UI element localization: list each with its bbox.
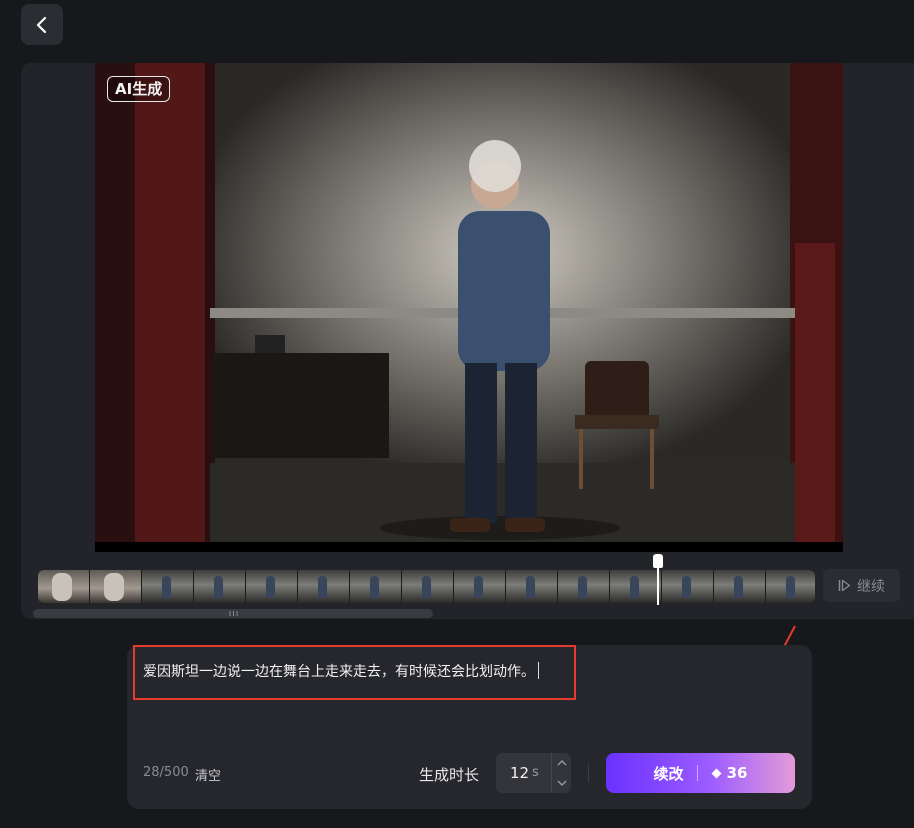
divider xyxy=(588,764,589,782)
grip-icon xyxy=(229,611,237,616)
diamond-icon xyxy=(711,768,722,778)
timeline-strip[interactable] xyxy=(38,570,815,603)
stepper-controls xyxy=(551,753,572,793)
regenerate-button[interactable]: 续改 36 xyxy=(606,753,795,793)
stage-scene-image xyxy=(95,63,843,552)
duration-value[interactable]: 12 xyxy=(510,764,529,782)
timeline-frame[interactable] xyxy=(350,570,402,603)
timeline-frame[interactable] xyxy=(714,570,766,603)
decrement-button[interactable] xyxy=(552,773,572,793)
timeline-frame[interactable] xyxy=(662,570,714,603)
timeline-frame[interactable] xyxy=(506,570,558,603)
increment-button[interactable] xyxy=(552,753,572,773)
preview-panel: AI生成 继续 xyxy=(21,63,914,619)
timeline-scrollbar[interactable] xyxy=(33,609,433,618)
video-preview[interactable]: AI生成 xyxy=(95,63,843,552)
timeline-frame[interactable] xyxy=(558,570,610,603)
duration-unit: s xyxy=(532,765,539,780)
credit-cost: 36 xyxy=(726,764,748,782)
timeline-frame[interactable] xyxy=(246,570,298,603)
playhead-handle[interactable] xyxy=(653,554,663,568)
timeline-frame[interactable] xyxy=(38,570,90,603)
ai-generated-badge: AI生成 xyxy=(107,76,171,102)
timeline-frame[interactable] xyxy=(610,570,662,603)
button-separator xyxy=(696,765,698,781)
prompt-text: 爱因斯坦一边说一边在舞台上走来走去，有时候还会比划动作。 xyxy=(143,664,535,680)
chevron-down-icon xyxy=(557,780,567,786)
timeline-frame[interactable] xyxy=(142,570,194,603)
duration-label: 生成时长 xyxy=(419,766,480,784)
regenerate-label: 续改 xyxy=(653,764,684,783)
prompt-input[interactable]: 爱因斯坦一边说一边在舞台上走来走去，有时候还会比划动作。 xyxy=(143,661,573,681)
continue-label: 继续 xyxy=(857,578,885,595)
continue-button[interactable]: 继续 xyxy=(823,569,900,602)
char-count: 28/500 xyxy=(143,765,189,780)
text-caret xyxy=(538,662,539,679)
duration-stepper[interactable]: 12 s xyxy=(496,753,571,793)
timeline-frame[interactable] xyxy=(402,570,454,603)
timeline-frame[interactable] xyxy=(766,570,815,603)
timeline-frame[interactable] xyxy=(454,570,506,603)
chevron-left-icon xyxy=(36,16,47,33)
timeline-frame[interactable] xyxy=(298,570,350,603)
chevron-up-icon xyxy=(557,760,567,766)
timeline-frame[interactable] xyxy=(194,570,246,603)
clear-button[interactable]: 清空 xyxy=(195,765,221,784)
timeline-frame[interactable] xyxy=(90,570,142,603)
play-continue-icon xyxy=(838,579,851,592)
back-button[interactable] xyxy=(21,4,63,45)
